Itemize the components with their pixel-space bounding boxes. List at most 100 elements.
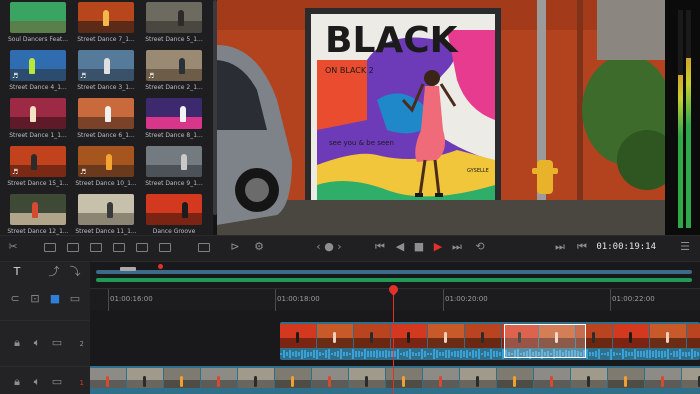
overwrite-clip-icon[interactable] [67,243,79,252]
waveform-bar [685,351,687,357]
timeline-overview-video[interactable] [96,270,692,274]
clip-thumbnail[interactable]: ♬ [78,50,134,81]
clip-name: Street Dance 11_1... [75,228,137,235]
clip-frame [497,368,533,388]
selection-tool-icon[interactable]: T [10,265,24,279]
media-clip[interactable]: Street Dance 6_1... [77,98,135,139]
replace-clip-icon[interactable] [90,243,102,252]
waveform-bar [451,351,453,357]
ripple-icon[interactable]: ⤵ [68,265,82,279]
clip-selection[interactable] [504,324,586,358]
media-clip[interactable]: Street Dance 7_1... [77,2,135,43]
place-on-top-icon[interactable] [136,243,148,252]
append-end-icon[interactable] [159,243,171,252]
media-clip[interactable]: ♬ Street Dance 3_1... [77,50,135,91]
clip-thumbnail[interactable]: ♬ [10,50,66,81]
clip-thumbnail[interactable]: ♬ [146,50,202,81]
edit-toolbar: ✂ ⊳ ⚙ ‹ ● › ⏮ ◀ ■ ▶ ⏭ ⟲ ⏭ ⏮ 01:00:19:14 … [0,235,700,262]
snap-link-icon[interactable]: ⤴ [47,265,61,279]
waveform-bar [469,352,471,356]
audio-meter-right [686,10,691,228]
step-forward-icon[interactable]: ⏭ [450,240,464,254]
clip-thumbnail[interactable] [146,146,202,177]
adjust-icon[interactable]: ⚙ [252,240,266,254]
media-clip[interactable]: Street Dance 9_1... [145,146,203,187]
first-frame-icon[interactable]: ⏮ [373,240,387,254]
clip-thumbnail[interactable] [146,194,202,225]
audio-toggle-icon[interactable]: 🔈︎ [30,375,44,389]
waveform-bar [610,348,612,360]
lock-icon[interactable]: 🔒︎ [10,336,24,350]
clip-frame [90,368,126,388]
lock-icon[interactable]: 🔒︎ [10,375,24,389]
waveform-bar [289,349,291,359]
razor-tool-icon[interactable]: ✂ [6,240,20,254]
overview-playhead[interactable] [158,264,163,269]
flag-icon[interactable]: ■ [48,292,62,306]
waveform-bar [400,352,402,356]
waveform-bar [658,351,660,357]
clip-name: Street Dance 15_1... [7,180,69,187]
next-edit-icon[interactable]: ⏭ [553,240,567,254]
media-clip[interactable]: ♬ Street Dance 4_1... [9,50,67,91]
clip-thumbnail[interactable] [146,98,202,129]
clip-thumbnail[interactable]: ♬ [78,146,134,177]
waveform-bar [598,348,600,360]
link-icon[interactable]: ⊡ [28,292,42,306]
timeline-overview-audio[interactable] [96,278,692,282]
prev-edit-icon[interactable]: ⏮ [575,240,589,254]
video-clip-v2[interactable] [280,322,700,360]
media-clip[interactable]: ♬ Street Dance 10_1... [75,146,137,187]
media-clip[interactable]: Street Dance 1_1... [9,98,67,139]
clip-thumbnail[interactable] [146,2,202,33]
clip-frame [349,368,385,388]
playhead[interactable] [393,290,394,394]
video-clip-v1[interactable] [90,366,700,394]
snapping-icon[interactable]: ⊂ [8,292,22,306]
source-overwrite-icon[interactable] [198,243,210,252]
track-number: 1 [79,379,84,387]
waveform-bar [403,351,405,357]
audio-toggle-icon[interactable]: 🔈︎ [30,336,44,350]
play-icon[interactable]: ▶ [431,240,445,254]
media-clip[interactable]: ♬ Street Dance 2_1... [145,50,203,91]
jog-control-icon[interactable]: ‹ ● › [314,240,344,254]
ruler-label: 01:00:16:00 [110,295,153,303]
clip-thumbnail[interactable] [78,98,134,129]
waveform-bar [334,352,336,356]
clip-thumbnail[interactable] [78,2,134,33]
clip-frame [613,324,649,348]
clip-thumbnail[interactable] [10,194,66,225]
loop-icon[interactable]: ⟲ [473,240,487,254]
clip-thumbnail[interactable] [10,98,66,129]
clip-frame [534,368,570,388]
media-clip[interactable]: ♬ Street Dance 15_1... [7,146,69,187]
media-clip[interactable]: Street Dance 5_1... [145,2,203,43]
waveform-bar [427,352,429,356]
menu-icon[interactable]: ☰ [678,240,692,254]
media-clip[interactable]: Street Dance 11_1... [75,194,137,235]
clip-frame [275,368,311,388]
clip-frame [312,368,348,388]
insert-clip-icon[interactable] [44,243,56,252]
overview-viewport[interactable] [120,267,136,271]
viewer[interactable]: BLACK ON BLACK 2 see you & be seen GYSEL… [217,0,665,235]
video-toggle-icon[interactable]: ▭ [50,375,64,389]
waveform-bar [643,351,645,357]
media-clip[interactable]: Soul Dancers Feat... [8,2,68,43]
stop-icon[interactable]: ■ [412,240,426,254]
media-clip[interactable]: Street Dance 12_1... [7,194,69,235]
clip-thumbnail[interactable] [78,194,134,225]
media-clip[interactable]: Dance Groove [146,194,202,235]
clip-frame [650,324,686,348]
clip-thumbnail[interactable]: ♬ [10,146,66,177]
waveform-bar [433,348,435,360]
step-back-icon[interactable]: ◀ [393,240,407,254]
fit-to-fill-icon[interactable] [113,243,125,252]
video-toggle-icon[interactable]: ▭ [50,336,64,350]
marker-icon[interactable]: ▭ [68,292,82,306]
media-clip[interactable]: Street Dance 8_1... [145,98,203,139]
viewer-mode-icon[interactable]: ⊳ [228,240,242,254]
timeline[interactable]: 01:00:16:00 01:00:18:00 01:00:20:00 01:0… [90,262,700,394]
clip-thumbnail[interactable] [10,2,66,33]
